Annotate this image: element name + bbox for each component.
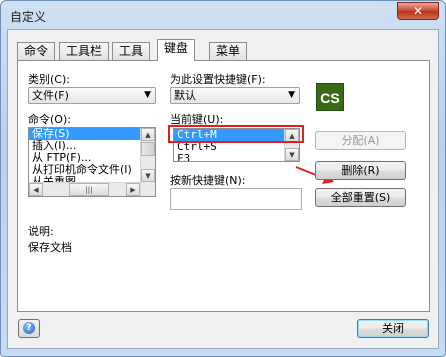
scroll-down-icon[interactable]: ▼ [141, 169, 155, 182]
category-label: 类别(C): [28, 73, 70, 86]
description-label: 说明: [28, 225, 54, 238]
commands-list[interactable]: 保存(S) 插入(I)... 从 FTP(F)... 从打印机命令文件(I) 从… [28, 127, 156, 197]
list-item[interactable]: 插入(I)... [29, 140, 155, 152]
close-button[interactable]: 关闭 [357, 319, 429, 338]
tab-label: 工具栏 [66, 44, 103, 58]
tab-label: 键盘 [164, 41, 189, 55]
commands-horizontal-scrollbar[interactable]: ◀ ||| ▶ [29, 182, 140, 196]
tab-toolbars[interactable]: 工具栏 [59, 42, 110, 60]
help-button[interactable]: ? [18, 319, 40, 338]
tab-label: 菜单 [216, 44, 241, 58]
window-close-button[interactable]: ✕ [397, 2, 439, 20]
scroll-up-icon[interactable]: ▲ [141, 128, 155, 141]
title-bar[interactable]: 自定义 ✕ [1, 1, 445, 29]
new-shortcut-label: 按新快捷键(N): [170, 174, 246, 187]
scroll-thumb-horizontal[interactable]: ||| [69, 183, 109, 196]
scroll-left-icon[interactable]: ◀ [29, 183, 43, 196]
help-icon: ? [23, 322, 35, 334]
list-item[interactable]: F3 [174, 153, 299, 161]
tab-menus[interactable]: 菜单 [209, 42, 248, 60]
tab-commands[interactable]: 命令 [17, 42, 56, 60]
category-value: 文件(F) [32, 89, 69, 102]
new-shortcut-input[interactable] [170, 188, 302, 210]
chevron-down-icon: ▼ [144, 90, 151, 100]
set-for-value: 默认 [174, 89, 196, 102]
commands-label: 命令(O): [28, 113, 71, 126]
remove-button[interactable]: 删除(R) [315, 161, 406, 180]
scroll-down-icon[interactable]: ▼ [285, 148, 299, 161]
scroll-right-icon[interactable]: ▶ [126, 183, 140, 196]
list-item[interactable]: 从打印机命令文件(I) [29, 164, 155, 176]
cs-app-icon: CS [316, 83, 344, 111]
close-icon: ✕ [412, 4, 424, 18]
customize-dialog: 自定义 ✕ 命令 工具栏 工具 键盘 菜单 类别(C): 文件(F) ▼ 命令(… [0, 0, 446, 357]
window-title: 自定义 [10, 10, 47, 24]
assign-button[interactable]: 分配(A) [315, 131, 406, 150]
chevron-down-icon: ▼ [288, 90, 295, 100]
keyboard-tab-panel: 类别(C): 文件(F) ▼ 命令(O): 保存(S) 插入(I)... 从 F… [17, 60, 430, 312]
list-item[interactable]: 从 FTP(F)... [29, 152, 155, 164]
dialog-client-area: 命令 工具栏 工具 键盘 菜单 类别(C): 文件(F) ▼ 命令(O): 保存… [7, 29, 439, 349]
annotation-highlight-box [168, 125, 304, 143]
set-for-select[interactable]: 默认 ▼ [170, 87, 300, 104]
list-item[interactable]: 保存(S) [29, 128, 155, 140]
tab-label: 工具 [119, 44, 144, 58]
tab-label: 命令 [24, 44, 49, 58]
description-text: 保存文档 [28, 241, 72, 254]
commands-vertical-scrollbar[interactable]: ▲ ▼ [140, 128, 155, 196]
set-for-label: 为此设置快捷键(F): [170, 73, 266, 86]
category-select[interactable]: 文件(F) ▼ [28, 87, 156, 104]
reset-all-button[interactable]: 全部重置(S) [315, 188, 406, 207]
tab-keyboard[interactable]: 键盘 [157, 39, 196, 61]
tab-tools[interactable]: 工具 [112, 42, 151, 60]
scroll-thumb[interactable] [141, 142, 155, 156]
